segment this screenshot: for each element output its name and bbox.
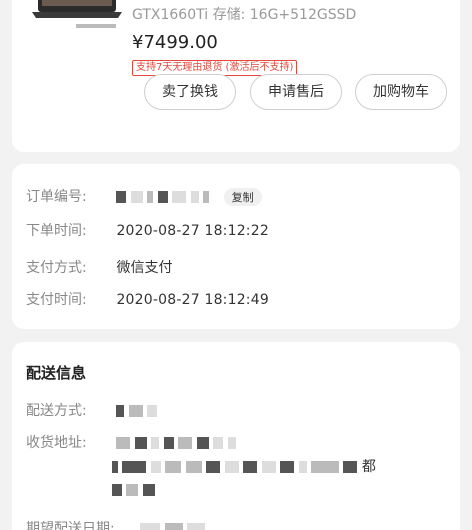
address-line-3 [112, 482, 155, 498]
expected-date-label: 期望配送日期: [26, 521, 115, 530]
address-row: 收货地址: [26, 432, 236, 452]
delivery-info-card: 配送信息 配送方式: 收货地址: 都 期望配送日期: [12, 342, 460, 530]
expected-date-row: 期望配送日期: [26, 518, 206, 530]
address-redacted-line1 [116, 435, 236, 451]
address-line-2: 都 [112, 456, 376, 476]
order-placed-time: 2020-08-27 18:12:22 [116, 223, 269, 239]
order-number-row: 订单编号: 复制 [26, 186, 262, 206]
product-spec: GTX1660Ti 存储: 16G+512GSSD [132, 7, 357, 23]
address-char: 都 [361, 459, 376, 475]
product-card: GTX1660Ti 存储: 16G+512GSSD ¥7499.00 支持7天无… [12, 0, 460, 152]
payment-time-value: 2020-08-27 18:12:49 [116, 292, 269, 308]
payment-method-label: 支付方式: [26, 260, 87, 276]
add-to-cart-button[interactable]: 加购物车 [355, 74, 447, 110]
order-number-redacted [116, 189, 213, 205]
order-info-card: 订单编号: 复制 下单时间: 2020-08-27 18:12:22 支付方式:… [12, 164, 460, 329]
order-number-label: 订单编号: [26, 189, 87, 205]
order-placed-label: 下单时间: [26, 223, 87, 239]
product-price: ¥7499.00 [132, 32, 218, 53]
order-placed-row: 下单时间: 2020-08-27 18:12:22 [26, 220, 269, 240]
after-sales-button[interactable]: 申请售后 [250, 74, 342, 110]
delivery-section-title: 配送信息 [26, 364, 87, 382]
payment-method-row: 支付方式: 微信支付 [26, 257, 172, 277]
delivery-method-redacted [116, 403, 158, 419]
delivery-method-row: 配送方式: [26, 400, 158, 420]
laptop-thumbnail[interactable] [28, 0, 128, 46]
sell-button[interactable]: 卖了换钱 [144, 74, 236, 110]
payment-time-label: 支付时间: [26, 292, 87, 308]
copy-order-number-button[interactable]: 复制 [223, 188, 262, 206]
delivery-method-label: 配送方式: [26, 403, 87, 419]
payment-time-row: 支付时间: 2020-08-27 18:12:49 [26, 289, 269, 309]
address-label: 收货地址: [26, 435, 87, 451]
payment-method-value: 微信支付 [116, 260, 173, 276]
